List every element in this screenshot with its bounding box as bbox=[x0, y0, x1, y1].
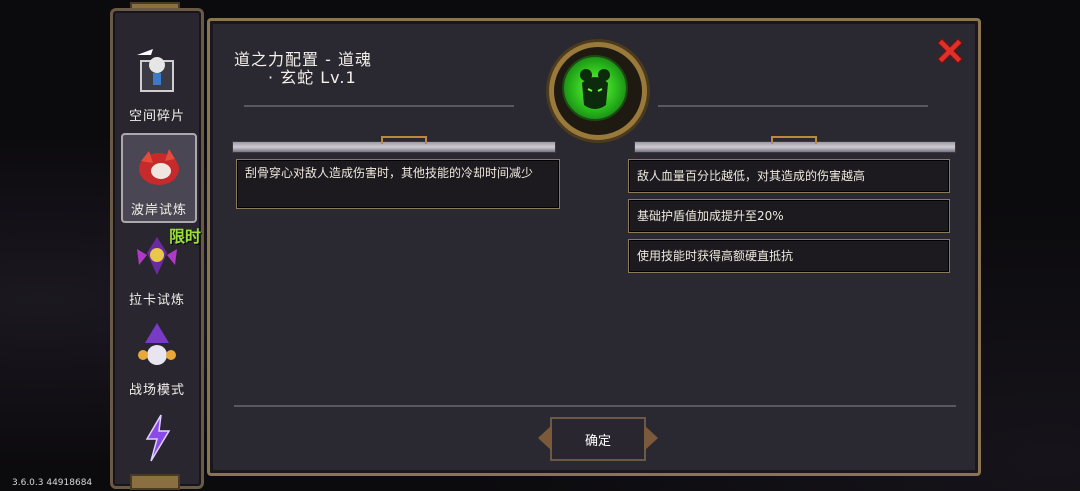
sidebar-item-space-fragment[interactable]: 空间碎片 bbox=[121, 41, 193, 127]
pipe-knob bbox=[771, 136, 817, 144]
right-effect-item: 基础护盾值加成提升至20% bbox=[628, 199, 950, 233]
close-icon[interactable] bbox=[934, 35, 966, 67]
divider bbox=[244, 105, 514, 107]
sidebar-item-battlefield-mode[interactable]: 战场模式 bbox=[121, 315, 193, 401]
lightning-icon bbox=[145, 414, 171, 462]
divider bbox=[658, 105, 928, 107]
soul-emblem bbox=[549, 42, 647, 140]
sidebar-item-label: 波岸试炼 bbox=[130, 203, 187, 218]
right-effect-text: 基础护盾值加成提升至20% bbox=[637, 209, 784, 223]
wave-shore-trial-icon bbox=[139, 149, 179, 185]
sidebar-item-label: 空间碎片 bbox=[128, 109, 185, 124]
sidebar-item-laka-trial[interactable]: 限时 拉卡试炼 bbox=[121, 225, 201, 311]
right-effect-item: 使用技能时获得高额硬直抵抗 bbox=[628, 239, 950, 273]
limited-time-badge: 限时 bbox=[168, 227, 201, 246]
pipe-knob bbox=[381, 136, 427, 144]
confirm-button[interactable]: 确定 bbox=[538, 417, 658, 461]
divider bbox=[234, 405, 956, 407]
sidebar-item-lightning[interactable] bbox=[121, 405, 193, 469]
soul-config-dialog: 道之力配置 - 道魂 · 玄蛇 Lv.1 刮骨穿心对敌人造成伤害时，其他技能的冷… bbox=[207, 18, 981, 476]
sidebar-bottom-ornament bbox=[130, 474, 180, 490]
confirm-button-label: 确定 bbox=[584, 433, 611, 449]
space-fragment-icon bbox=[137, 49, 174, 92]
right-effect-item: 敌人血量百分比越低，对其造成的伤害越高 bbox=[628, 159, 950, 193]
dialog-title-line2: · 玄蛇 Lv.1 bbox=[268, 68, 357, 87]
version-text: 3.6.0.3 44918684 bbox=[12, 478, 93, 488]
sidebar-item-label: 拉卡试炼 bbox=[128, 293, 185, 308]
xuanshe-portrait-icon bbox=[562, 55, 628, 121]
pipe-divider-left bbox=[232, 136, 556, 153]
right-effect-text: 敌人血量百分比越低，对其造成的伤害越高 bbox=[637, 169, 866, 183]
left-effect-text: 刮骨穿心对敌人造成伤害时，其他技能的冷却时间减少 bbox=[236, 159, 560, 209]
battlefield-mode-icon bbox=[138, 323, 176, 365]
sidebar-item-wave-shore-trial[interactable]: 波岸试炼 bbox=[121, 133, 197, 223]
dialog-title-line1: 道之力配置 - 道魂 bbox=[234, 50, 372, 69]
sidebar: 空间碎片 波岸试炼 限时 拉卡试炼 战场模式 bbox=[110, 8, 204, 489]
right-effect-text: 使用技能时获得高额硬直抵抗 bbox=[637, 249, 794, 263]
pipe-divider-right bbox=[634, 136, 956, 153]
dialog-title: 道之力配置 - 道魂 · 玄蛇 Lv.1 bbox=[234, 51, 372, 87]
sidebar-item-label: 战场模式 bbox=[128, 383, 185, 398]
